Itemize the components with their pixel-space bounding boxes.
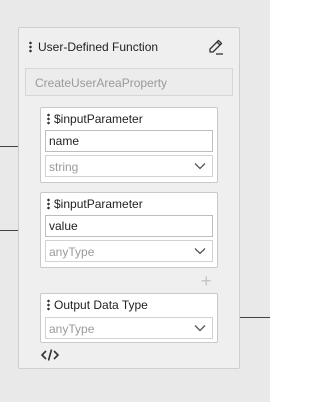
output-connection-wire: [236, 317, 270, 318]
parameter-name-input[interactable]: [45, 130, 213, 152]
output-type-select[interactable]: anyType: [45, 317, 213, 339]
output-type-value: anyType: [49, 322, 95, 336]
parameter-type-value: anyType: [49, 245, 95, 259]
drag-handle-icon[interactable]: [29, 41, 32, 53]
output-data-type-panel: Output Data Type anyType: [40, 293, 218, 343]
parameter-name-input[interactable]: [45, 215, 213, 237]
chevron-down-icon: [194, 248, 206, 255]
parameter-header[interactable]: $inputParameter: [41, 108, 217, 130]
output-header[interactable]: Output Data Type: [41, 294, 217, 316]
parameter-type-value: string: [49, 160, 79, 174]
parameter-label: $inputParameter: [54, 197, 143, 211]
input-parameter-panel-2: $inputParameter anyType: [40, 192, 218, 268]
parameter-type-select[interactable]: anyType: [45, 240, 213, 262]
function-name-field[interactable]: CreateUserAreaProperty: [25, 68, 233, 96]
drag-handle-icon[interactable]: [47, 299, 50, 311]
output-label: Output Data Type: [54, 298, 148, 312]
node-header[interactable]: User-Defined Function: [29, 38, 229, 56]
user-defined-function-node[interactable]: User-Defined Function CreateUserAreaProp…: [18, 27, 240, 369]
drag-handle-icon[interactable]: [47, 113, 50, 125]
parameter-header[interactable]: $inputParameter: [41, 193, 217, 215]
pencil-icon[interactable]: [207, 38, 225, 56]
input-parameter-panel-1: $inputParameter string: [40, 107, 218, 183]
parameter-type-select[interactable]: string: [45, 155, 213, 177]
chevron-down-icon: [194, 325, 206, 332]
chevron-down-icon: [194, 163, 206, 170]
workflow-canvas[interactable]: User-Defined Function CreateUserAreaProp…: [0, 0, 270, 402]
code-icon[interactable]: [41, 348, 59, 362]
add-parameter-plus-icon[interactable]: +: [201, 272, 212, 290]
parameter-label: $inputParameter: [54, 112, 143, 126]
node-title: User-Defined Function: [38, 40, 159, 54]
drag-handle-icon[interactable]: [47, 198, 50, 210]
